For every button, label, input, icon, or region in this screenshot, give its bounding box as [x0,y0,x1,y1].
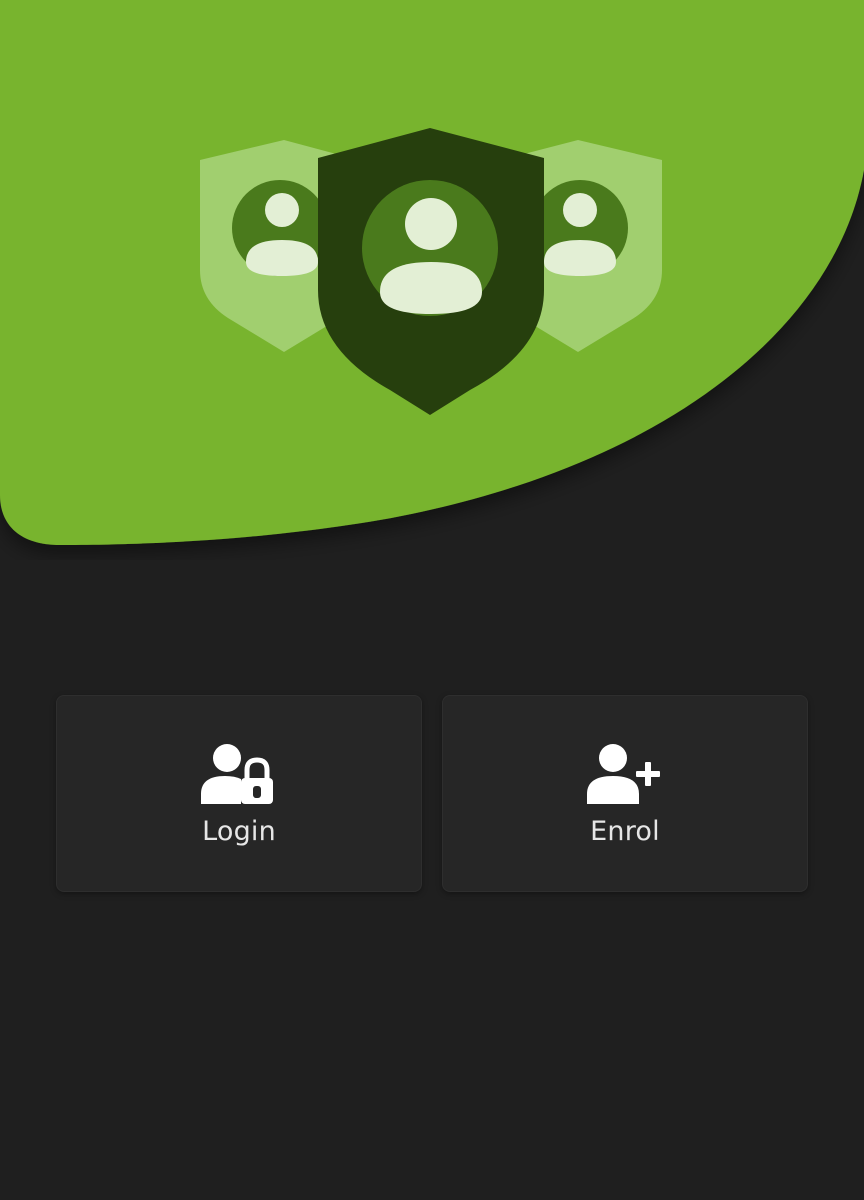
enrol-button[interactable]: Enrol [442,695,808,892]
login-label: Login [202,816,276,847]
app-screen: Login Enrol [0,0,864,1200]
login-button[interactable]: Login [56,695,422,892]
action-buttons: Login Enrol [56,695,808,892]
user-lock-icon [201,744,273,804]
enrol-label: Enrol [590,816,660,847]
hero-graphic [0,0,864,545]
hero-banner [0,0,864,560]
user-plus-icon [587,744,660,804]
